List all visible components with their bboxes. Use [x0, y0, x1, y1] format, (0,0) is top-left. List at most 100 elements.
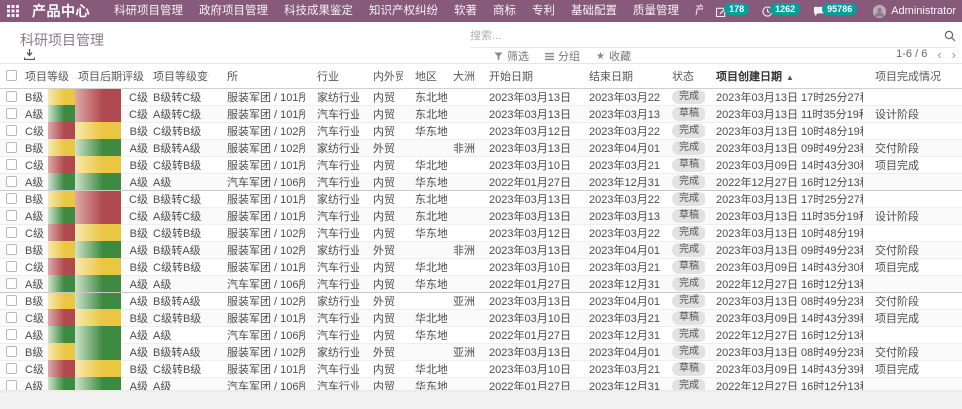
- row-select-cell[interactable]: [0, 207, 22, 224]
- row-select-cell[interactable]: [0, 173, 22, 190]
- row-checkbox[interactable]: [6, 261, 17, 272]
- favorites-label: 收藏: [609, 48, 631, 64]
- row-select-cell[interactable]: [0, 88, 22, 105]
- table-row[interactable]: B级A级B级转A级服装军团 / 102所家纺行业外贸亚洲2023年03月13日2…: [0, 292, 962, 309]
- select-all-cell[interactable]: [0, 64, 22, 88]
- row-select-cell[interactable]: [0, 377, 22, 390]
- row-checkbox[interactable]: [6, 363, 17, 374]
- pager-next-icon[interactable]: ›: [952, 49, 956, 60]
- clock-button[interactable]: 1262: [762, 5, 800, 17]
- menu-item[interactable]: 基础配置: [563, 0, 625, 22]
- header-industry[interactable]: 行业: [305, 64, 359, 88]
- row-checkbox[interactable]: [6, 91, 17, 102]
- menu-item[interactable]: 商标: [485, 0, 524, 22]
- row-checkbox[interactable]: [6, 380, 17, 390]
- row-select-cell[interactable]: [0, 292, 22, 309]
- row-checkbox[interactable]: [6, 346, 17, 357]
- table-row[interactable]: A级A级A级汽车军团 / 106所汽车行业内贸华东地区2022年01月27日20…: [0, 326, 962, 343]
- row-select-cell[interactable]: [0, 258, 22, 275]
- row-checkbox[interactable]: [6, 227, 17, 238]
- table-row[interactable]: C级B级C级转B级服装军团 / 101所汽车行业内贸华北地区2023年03月10…: [0, 258, 962, 275]
- messages-button[interactable]: 95786: [813, 5, 857, 17]
- menu-item[interactable]: 科技成果鉴定: [276, 0, 361, 22]
- group-by-button[interactable]: 分组: [545, 48, 580, 64]
- user-menu[interactable]: Administrator: [873, 5, 956, 18]
- menu-item[interactable]: 软著: [446, 0, 485, 22]
- app-brand[interactable]: 产品中心: [32, 1, 90, 21]
- header-continent[interactable]: 大洲: [447, 64, 477, 88]
- cell-grade: B级: [22, 292, 48, 309]
- row-checkbox[interactable]: [6, 142, 17, 153]
- row-select-cell[interactable]: [0, 139, 22, 156]
- menu-item[interactable]: 专利: [524, 0, 563, 22]
- row-select-cell[interactable]: [0, 122, 22, 139]
- header-created[interactable]: 项目创建日期▲: [705, 64, 863, 88]
- row-checkbox[interactable]: [6, 176, 17, 187]
- row-checkbox[interactable]: [6, 295, 17, 306]
- menu-item[interactable]: 政府项目管理: [191, 0, 276, 22]
- menu-item[interactable]: 质量管理: [625, 0, 687, 22]
- table-row[interactable]: C级B级C级转B级服装军团 / 101所汽车行业内贸华北地区2023年03月10…: [0, 156, 962, 173]
- favorites-button[interactable]: ★ 收藏: [596, 48, 631, 64]
- row-select-cell[interactable]: [0, 343, 22, 360]
- table-row[interactable]: B级C级B级转C级服装军团 / 101所家纺行业内贸东北地区2023年03月13…: [0, 88, 962, 105]
- row-select-cell[interactable]: [0, 190, 22, 207]
- table-row[interactable]: B级A级B级转A级服装军团 / 102所家纺行业外贸非洲2023年03月13日2…: [0, 241, 962, 258]
- table-row[interactable]: C级B级C级转B级服装军团 / 101所汽车行业内贸华北地区2023年03月10…: [0, 309, 962, 326]
- table-row[interactable]: A级C级A级转C级服装军团 / 101所汽车行业内贸东北地区2023年03月13…: [0, 207, 962, 224]
- cell-status: 完成: [661, 275, 705, 292]
- filter-button[interactable]: 筛选: [494, 48, 529, 64]
- breadcrumb[interactable]: 科研项目管理: [20, 30, 104, 50]
- cell-grade-change: A级: [151, 275, 209, 292]
- cell-status: 完成: [661, 139, 705, 156]
- header-status[interactable]: 状态: [661, 64, 705, 88]
- export-button[interactable]: [24, 49, 35, 60]
- row-select-cell[interactable]: [0, 105, 22, 122]
- row-select-cell[interactable]: [0, 156, 22, 173]
- row-checkbox[interactable]: [6, 210, 17, 221]
- table-row[interactable]: A级C级A级转C级服装军团 / 101所汽车行业内贸东北地区2023年03月13…: [0, 105, 962, 122]
- row-select-cell[interactable]: [0, 275, 22, 292]
- row-select-cell[interactable]: [0, 326, 22, 343]
- select-all-checkbox[interactable]: [6, 70, 17, 81]
- row-checkbox[interactable]: [6, 278, 17, 289]
- header-post-grade[interactable]: 项目后期评级: [75, 64, 151, 88]
- menu-item[interactable]: 科研项目管理: [106, 0, 191, 22]
- header-start-date[interactable]: 开始日期: [477, 64, 575, 88]
- menu-item[interactable]: 知识产权纠纷: [361, 0, 446, 22]
- search-icon[interactable]: [944, 30, 956, 42]
- activities-button[interactable]: 178: [716, 5, 749, 17]
- table-row[interactable]: A级A级A级汽车军团 / 106所汽车行业内贸华东地区2022年01月27日20…: [0, 275, 962, 292]
- table-row[interactable]: C级B级C级转B级服装军团 / 102所汽车行业内贸华东地区2023年03月12…: [0, 224, 962, 241]
- header-grade[interactable]: 项目等级: [22, 64, 75, 88]
- header-region[interactable]: 地区: [403, 64, 447, 88]
- table-row[interactable]: B级A级B级转A级服装军团 / 102所家纺行业外贸亚洲2023年03月13日2…: [0, 343, 962, 360]
- header-institute[interactable]: 所: [209, 64, 305, 88]
- row-checkbox[interactable]: [6, 244, 17, 255]
- search-input[interactable]: [470, 30, 944, 42]
- table-row[interactable]: C级B级C级转B级服装军团 / 101所汽车行业内贸华北地区2023年03月10…: [0, 360, 962, 377]
- apps-menu-icon[interactable]: [0, 0, 26, 22]
- row-checkbox[interactable]: [6, 193, 17, 204]
- table-row[interactable]: B级A级B级转A级服装军团 / 102所家纺行业外贸非洲2023年03月13日2…: [0, 139, 962, 156]
- row-checkbox[interactable]: [6, 329, 17, 340]
- row-checkbox[interactable]: [6, 108, 17, 119]
- row-select-cell[interactable]: [0, 224, 22, 241]
- table-row[interactable]: C级B级C级转B级服装军团 / 102所汽车行业内贸华东地区2023年03月12…: [0, 122, 962, 139]
- table-row[interactable]: A级A级A级汽车军团 / 106所汽车行业内贸华东地区2022年01月27日20…: [0, 173, 962, 190]
- header-end-date[interactable]: 结束日期: [575, 64, 661, 88]
- row-checkbox[interactable]: [6, 125, 17, 136]
- row-checkbox[interactable]: [6, 312, 17, 323]
- row-checkbox[interactable]: [6, 159, 17, 170]
- row-select-cell[interactable]: [0, 241, 22, 258]
- menu-item[interactable]: 产品认证: [687, 0, 703, 22]
- header-grade-change[interactable]: 项目等级变化: [151, 64, 209, 88]
- row-select-cell[interactable]: [0, 360, 22, 377]
- pager-previous-icon[interactable]: ‹: [937, 49, 941, 60]
- row-select-cell[interactable]: [0, 309, 22, 326]
- header-completion[interactable]: 项目完成情况: [863, 64, 962, 88]
- status-badge: 完成: [672, 124, 705, 138]
- table-row[interactable]: B级C级B级转C级服装军团 / 101所家纺行业内贸东北地区2023年03月13…: [0, 190, 962, 207]
- table-row[interactable]: A级A级A级汽车军团 / 106所汽车行业内贸华东地区2022年01月27日20…: [0, 377, 962, 390]
- header-trade[interactable]: 内外贸: [359, 64, 403, 88]
